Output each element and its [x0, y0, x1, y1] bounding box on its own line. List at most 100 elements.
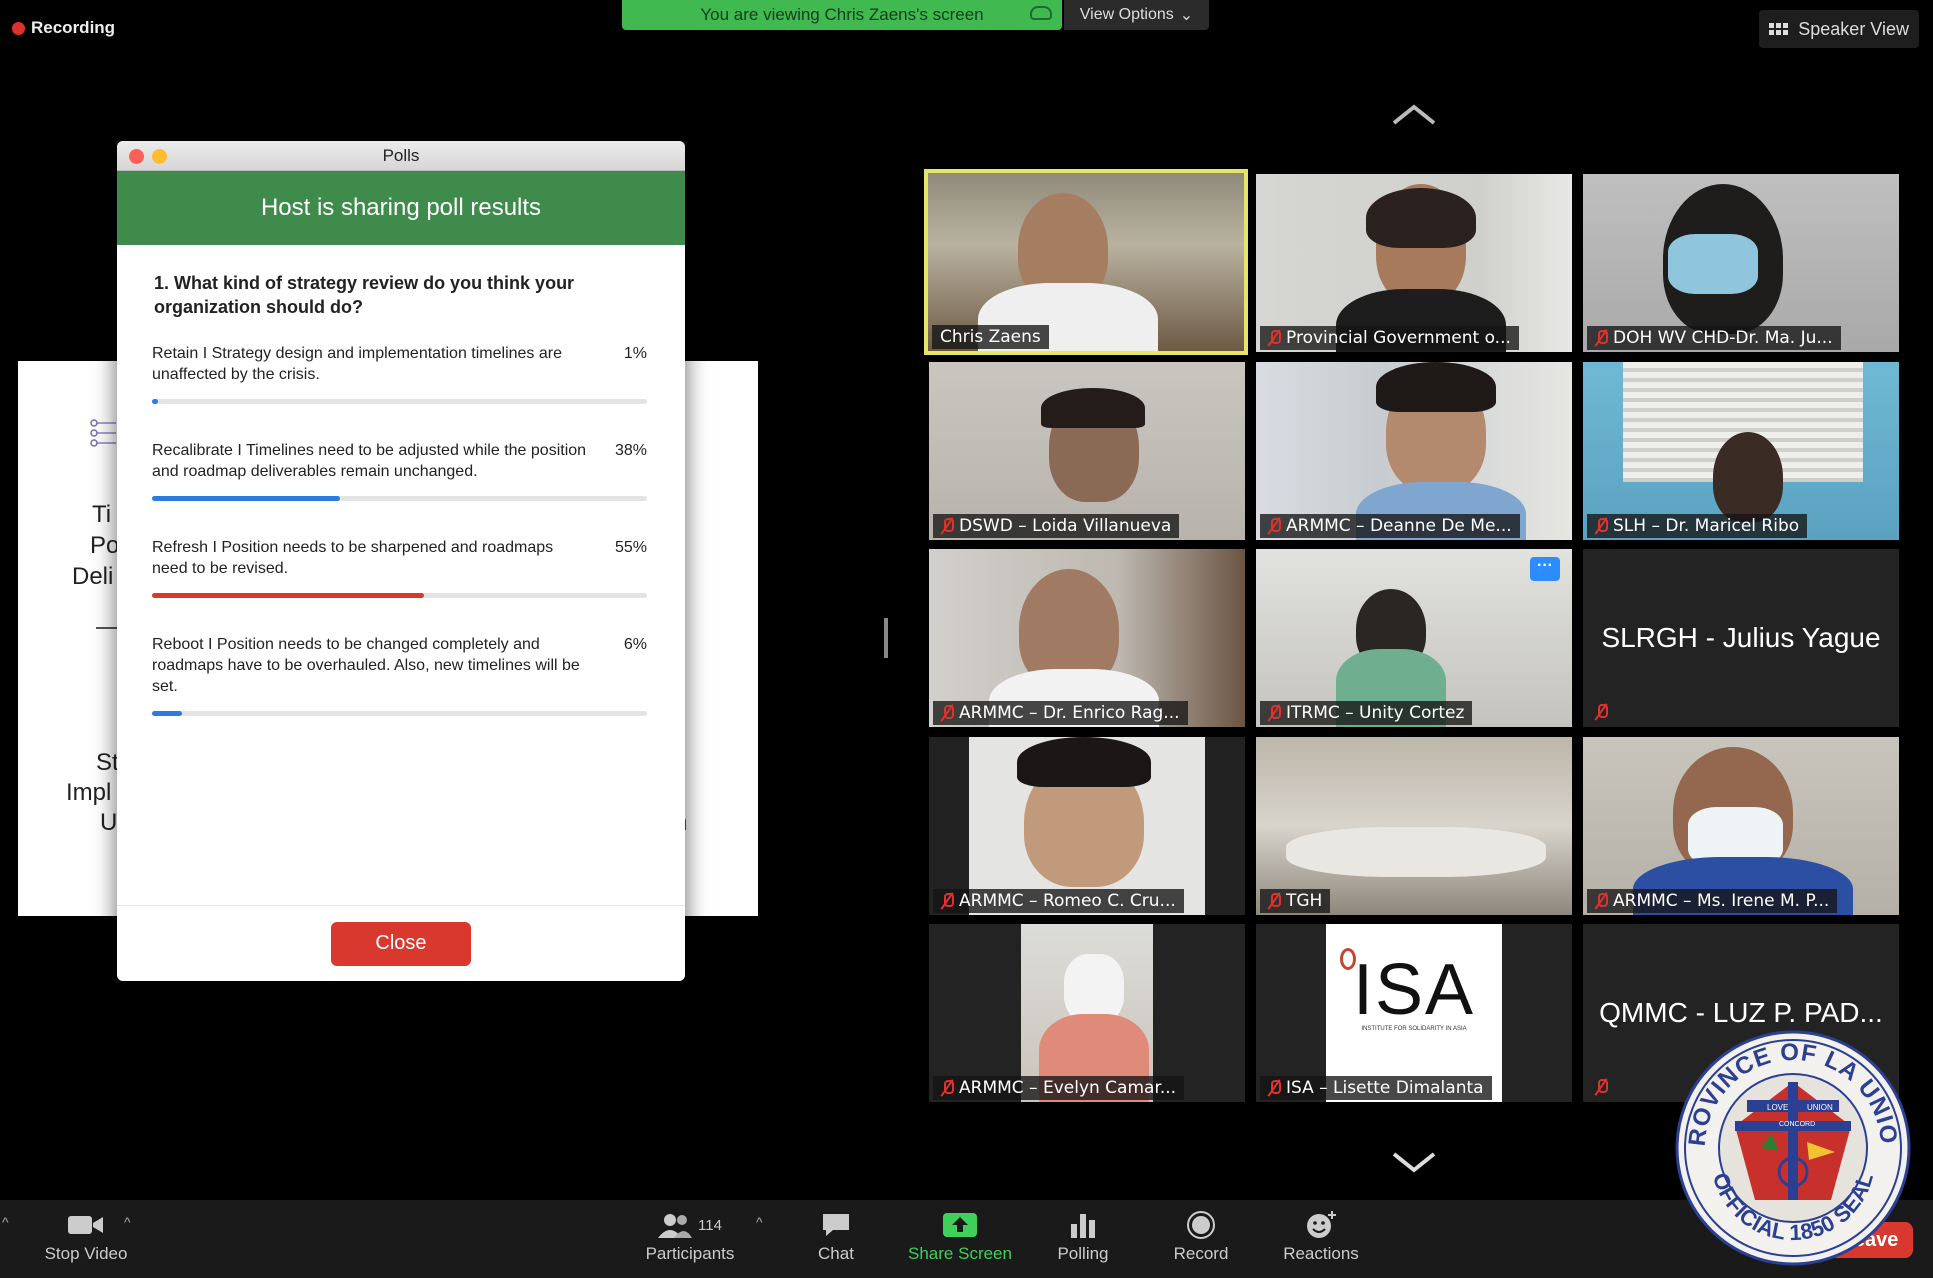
video-tile[interactable]: ARMMC – Dr. Enrico Rag...: [929, 549, 1245, 727]
chat-icon: [823, 1214, 849, 1236]
caret-up-icon[interactable]: ^: [2, 1214, 9, 1230]
splitter-handle[interactable]: [884, 618, 888, 658]
poll-result-fill: [152, 593, 425, 598]
minimize-window-icon[interactable]: [152, 149, 167, 164]
poll-option: Reboot I Position needs to be changed co…: [117, 634, 685, 716]
mic-muted-icon: [941, 517, 954, 535]
participant-name-large: SLRGH - Julius Yague: [1601, 622, 1881, 653]
poll-option-percent: 1%: [623, 345, 647, 362]
seal-banner-right: UNION: [1807, 1103, 1833, 1112]
viewing-banner-text: You are viewing Chris Zaens's screen: [700, 5, 984, 24]
poll-option: Retain I Strategy design and implementat…: [117, 343, 685, 404]
chat-label: Chat: [818, 1244, 854, 1263]
video-tile[interactable]: Chris Zaens: [924, 169, 1248, 355]
polls-header-text: Host is sharing poll results: [260, 194, 542, 221]
polls-window: Polls Host is sharing poll results 1. Wh…: [117, 141, 685, 981]
participants-button[interactable]: 114 Participants: [636, 1210, 744, 1264]
caret-up-icon[interactable]: ^: [756, 1214, 763, 1230]
participant-nameplate: ARMMC – Evelyn Camar...: [933, 1076, 1185, 1100]
record-icon: [1187, 1211, 1215, 1239]
chevron-down-icon: ⌄: [1179, 7, 1194, 24]
participant-name: ISA – Lisette Dimalanta: [1286, 1078, 1484, 1098]
participant-name: ARMMC – Deanne De Me...: [1286, 516, 1512, 536]
poll-result-bar: [152, 399, 647, 404]
poll-option-percent: 55%: [614, 539, 647, 556]
record-label: Record: [1173, 1244, 1229, 1263]
recording-indicator[interactable]: Recording: [12, 18, 115, 38]
video-tile[interactable]: ARMMC – Romeo C. Cru...: [929, 737, 1245, 915]
poll-result-bar: [152, 496, 647, 501]
polling-label: Polling: [1057, 1244, 1109, 1263]
share-screen-button[interactable]: Share Screen: [902, 1210, 1018, 1264]
caret-up-icon[interactable]: ^: [124, 1214, 131, 1230]
video-tile[interactable]: ARMMC – Evelyn Camar...: [929, 924, 1245, 1102]
grid-icon: [1769, 23, 1789, 35]
participant-nameplate: ARMMC – Dr. Enrico Rag...: [933, 701, 1188, 725]
video-tile[interactable]: ··· ITRMC – Unity Cortez: [1256, 549, 1572, 727]
chat-button[interactable]: Chat: [800, 1210, 872, 1264]
reactions-button[interactable]: Reactions: [1274, 1210, 1368, 1264]
participant-nameplate: SLH – Dr. Maricel Ribo: [1587, 514, 1808, 538]
participant-nameplate: ARMMC – Ms. Irene M. P...: [1587, 889, 1838, 913]
poll-result-fill: [152, 711, 182, 716]
video-tile[interactable]: Provincial Government o...: [1256, 174, 1572, 352]
view-options-label: View Options: [1079, 6, 1174, 23]
polling-icon: [1071, 1214, 1095, 1238]
polls-header: Host is sharing poll results: [117, 171, 685, 245]
participant-nameplate: ISA – Lisette Dimalanta: [1260, 1076, 1492, 1100]
poll-option-text: Refresh I Position needs to be sharpened…: [152, 539, 554, 577]
close-window-icon[interactable]: [129, 149, 144, 164]
participant-name: DOH WV CHD-Dr. Ma. Ju...: [1613, 328, 1833, 348]
participant-name: Chris Zaens: [940, 327, 1041, 347]
video-tile[interactable]: SLH – Dr. Maricel Ribo: [1583, 362, 1899, 540]
video-tile[interactable]: DSWD – Loida Villanueva: [929, 362, 1245, 540]
participant-name: ARMMC – Romeo C. Cru...: [959, 891, 1176, 911]
share-screen-icon: [943, 1213, 977, 1237]
cloud-icon: [1030, 6, 1052, 20]
polls-titlebar[interactable]: Polls: [117, 141, 685, 171]
participants-count: 114: [698, 1216, 722, 1234]
more-options-button[interactable]: ···: [1530, 557, 1560, 581]
slide-text: Po: [90, 532, 120, 559]
record-button[interactable]: Record: [1164, 1210, 1238, 1264]
mic-muted-icon: [1595, 892, 1608, 910]
chevron-up-icon[interactable]: [1392, 103, 1436, 125]
meeting-toolbar: ^ Stop Video ^ 114 Participants ^ Chat S…: [0, 1200, 1933, 1278]
seal-banner-mid: CONCORD: [1779, 1121, 1815, 1128]
participant-nameplate: Provincial Government o...: [1260, 326, 1519, 350]
video-tile[interactable]: DOH WV CHD-Dr. Ma. Ju...: [1583, 174, 1899, 352]
poll-option-percent: 38%: [614, 442, 647, 459]
mic-muted-icon: [1595, 703, 1608, 721]
participant-nameplate: DSWD – Loida Villanueva: [933, 514, 1180, 538]
network-icon: [90, 419, 116, 447]
video-tile[interactable]: ARMMC – Ms. Irene M. P...: [1583, 737, 1899, 915]
poll-result-bar: [152, 593, 647, 598]
video-tile[interactable]: ISA INSTITUTE FOR SOLIDARITY IN ASIA ISA…: [1256, 924, 1572, 1102]
chevron-down-icon[interactable]: [1392, 1152, 1436, 1174]
mic-muted-icon: [1595, 517, 1608, 535]
video-tile[interactable]: TGH: [1256, 737, 1572, 915]
mic-muted-icon: [1595, 1078, 1608, 1096]
participant-name: SLH – Dr. Maricel Ribo: [1613, 516, 1800, 536]
participant-nameplate: ARMMC – Deanne De Me...: [1260, 514, 1520, 538]
viewing-banner: You are viewing Chris Zaens's screen: [622, 0, 1062, 30]
participants-icon: [658, 1214, 693, 1238]
poll-option-percent: 6%: [623, 636, 647, 653]
participant-name: TGH: [1286, 891, 1323, 911]
close-button[interactable]: Close: [331, 921, 471, 966]
reactions-icon: [1307, 1211, 1336, 1238]
speaker-view-button[interactable]: Speaker View: [1759, 10, 1919, 48]
mic-muted-icon: [1595, 329, 1608, 347]
view-options-button[interactable]: View Options ⌄: [1064, 0, 1209, 30]
video-tile[interactable]: ARMMC – Deanne De Me...: [1256, 362, 1572, 540]
video-tile[interactable]: SLRGH - Julius Yague: [1583, 549, 1899, 727]
poll-option: Refresh I Position needs to be sharpened…: [117, 537, 685, 598]
mic-muted-icon: [941, 1079, 954, 1097]
polling-button[interactable]: Polling: [1046, 1210, 1120, 1264]
reactions-label: Reactions: [1283, 1244, 1359, 1263]
participant-nameplate: DOH WV CHD-Dr. Ma. Ju...: [1587, 326, 1841, 350]
participant-nameplate: ARMMC – Romeo C. Cru...: [933, 889, 1184, 913]
mic-muted-icon: [1268, 1079, 1281, 1097]
province-seal-logo: PROVINCE OF LA UNION OFFICIAL 1850 SEAL …: [1675, 1030, 1911, 1266]
slide-text: Impl: [66, 779, 112, 806]
